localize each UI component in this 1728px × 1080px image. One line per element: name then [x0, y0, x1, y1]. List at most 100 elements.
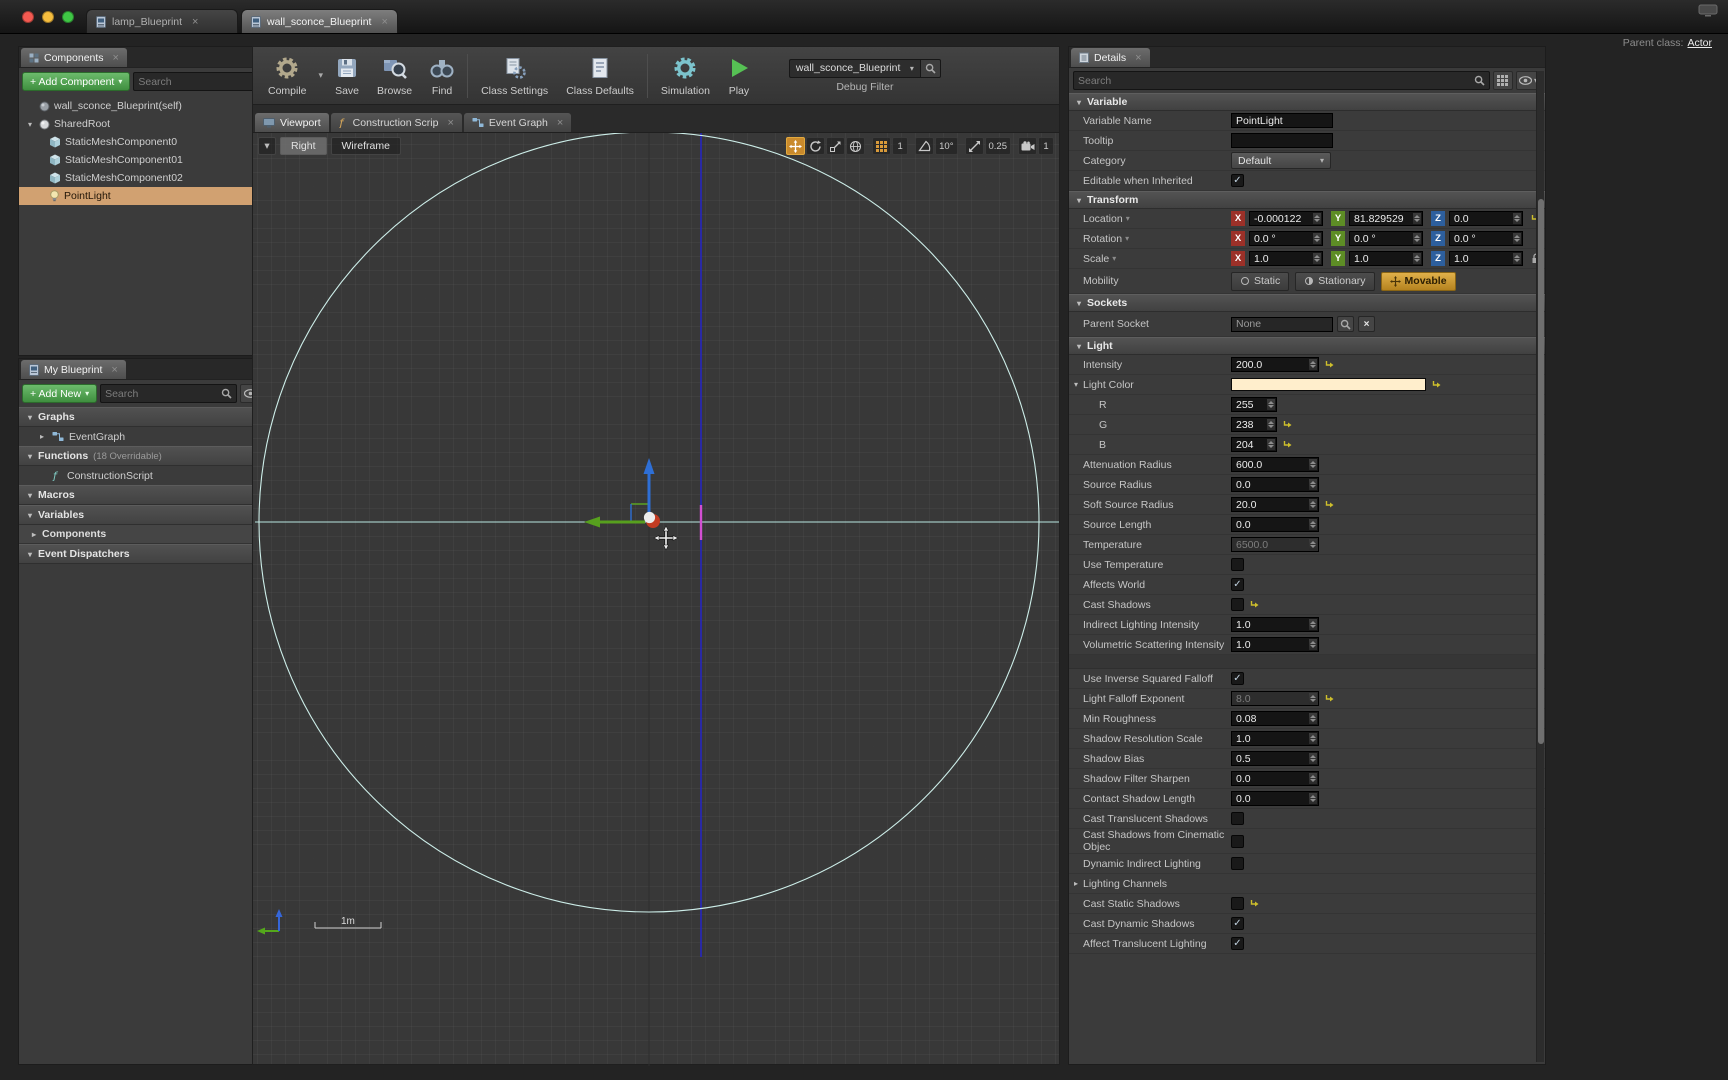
checkbox[interactable]: [1231, 558, 1244, 571]
translate-tool-button[interactable]: [786, 137, 806, 155]
close-tab-icon[interactable]: ×: [192, 16, 198, 28]
parent-class-link[interactable]: Actor: [1687, 37, 1712, 49]
find-button[interactable]: Find: [421, 47, 463, 104]
text-input[interactable]: [1231, 133, 1333, 148]
tab-viewport[interactable]: Viewport: [255, 113, 329, 132]
blueprint-section-graphs[interactable]: ▾Graphs+: [19, 407, 271, 427]
number-input[interactable]: 200.0: [1231, 357, 1319, 372]
component-tree-item-staticmeshcomponent02[interactable]: StaticMeshComponent02: [19, 169, 271, 187]
close-tab-icon[interactable]: ×: [1135, 52, 1141, 64]
number-input[interactable]: 238: [1231, 417, 1277, 432]
rotation-z-input[interactable]: 0.0 °: [1449, 231, 1523, 246]
viewport-options-button[interactable]: ▾: [258, 137, 276, 155]
class-defaults-button[interactable]: Class Defaults: [557, 47, 643, 104]
section-transform[interactable]: ▾ Transform: [1069, 191, 1545, 209]
blueprint-section-variables[interactable]: ▾Variables+: [19, 505, 271, 525]
scale-snap-toggle[interactable]: [964, 137, 984, 155]
zoom-window-button[interactable]: [62, 11, 74, 23]
blueprint-item-constructionscript[interactable]: ƒ ConstructionScript: [19, 466, 271, 485]
number-input[interactable]: 255: [1231, 397, 1277, 412]
scrollbar-thumb[interactable]: [1538, 199, 1544, 744]
rotation-x-input[interactable]: 0.0 °: [1249, 231, 1323, 246]
revert-icon[interactable]: [1250, 600, 1259, 609]
checkbox[interactable]: [1231, 598, 1244, 611]
expander-icon[interactable]: ▾: [25, 413, 35, 422]
component-tree-item-wall-sconce-blueprint-self[interactable]: wall_sconce_Blueprint(self): [19, 97, 271, 115]
parent-socket-input[interactable]: None: [1231, 316, 1333, 332]
checkbox[interactable]: ✓: [1231, 174, 1244, 187]
revert-icon[interactable]: [1283, 420, 1292, 429]
location-z-input[interactable]: 0.0: [1449, 211, 1523, 226]
tab-wall-sconce-blueprint[interactable]: wall_sconce_Blueprint ×: [241, 9, 398, 33]
component-tree-item-pointlight[interactable]: PointLight: [19, 187, 271, 205]
shading-mode-button[interactable]: Wireframe: [330, 137, 401, 155]
compile-options-caret[interactable]: ▾: [316, 70, 327, 81]
browse-button[interactable]: Browse: [368, 47, 421, 104]
number-input[interactable]: 0.5: [1231, 751, 1319, 766]
number-input[interactable]: 8.0: [1231, 691, 1319, 706]
grid-snap-value[interactable]: 1: [892, 137, 909, 155]
mobility-movable-button[interactable]: Movable: [1380, 271, 1456, 291]
tab-event-graph[interactable]: Event Graph ×: [463, 113, 572, 132]
text-input[interactable]: PointLight: [1231, 113, 1333, 128]
socket-search-button[interactable]: [1337, 316, 1354, 332]
number-input[interactable]: 0.0: [1231, 771, 1319, 786]
expander-icon[interactable]: ▸: [1071, 879, 1081, 888]
expander-icon[interactable]: ▸: [37, 432, 47, 441]
minimize-window-button[interactable]: [42, 11, 54, 23]
expander-icon[interactable]: ▾: [25, 491, 35, 500]
add-component-button[interactable]: + Add Component ▾: [22, 72, 131, 91]
revert-icon[interactable]: [1325, 360, 1334, 369]
compile-button[interactable]: Compile: [259, 47, 316, 104]
components-search-input[interactable]: [138, 75, 252, 88]
tab-components[interactable]: Components ×: [21, 48, 127, 67]
number-input[interactable]: 0.0: [1231, 517, 1319, 532]
rotation-y-input[interactable]: 0.0 °: [1349, 231, 1423, 246]
checkbox[interactable]: [1231, 897, 1244, 910]
my-blueprint-search[interactable]: [100, 384, 237, 403]
component-tree-item-staticmeshcomponent0[interactable]: StaticMeshComponent0: [19, 133, 271, 151]
mobility-stationary-button[interactable]: Stationary: [1295, 271, 1375, 291]
translate-gizmo[interactable]: [584, 458, 660, 528]
details-scrollbar[interactable]: [1536, 71, 1544, 1062]
checkbox[interactable]: [1231, 834, 1244, 848]
view-mode-button[interactable]: Right: [280, 137, 327, 155]
checkbox[interactable]: [1231, 857, 1244, 870]
expander-icon[interactable]: ▸: [29, 530, 39, 539]
expander-icon[interactable]: ▾: [1071, 380, 1081, 389]
components-search[interactable]: [133, 72, 268, 91]
number-input[interactable]: 1.0: [1231, 637, 1319, 652]
expander-icon[interactable]: ▾: [25, 511, 35, 520]
tab-my-blueprint[interactable]: My Blueprint ×: [21, 360, 126, 379]
blueprint-section-macros[interactable]: ▾Macros+: [19, 485, 271, 505]
close-tab-icon[interactable]: ×: [111, 364, 117, 376]
section-variable[interactable]: ▾ Variable: [1069, 93, 1545, 111]
details-search-input[interactable]: [1078, 74, 1474, 87]
section-sockets[interactable]: ▾ Sockets: [1069, 294, 1545, 312]
property-matrix-button[interactable]: [1492, 71, 1513, 90]
revert-icon[interactable]: [1283, 440, 1292, 449]
tab-lamp-blueprint[interactable]: lamp_Blueprint ×: [86, 9, 238, 33]
add-new-button[interactable]: + Add New ▾: [22, 384, 98, 403]
camera-speed-button[interactable]: [1018, 137, 1037, 155]
my-blueprint-search-input[interactable]: [105, 387, 221, 400]
number-input[interactable]: 20.0: [1231, 497, 1319, 512]
rotation-snap-toggle[interactable]: [915, 137, 935, 155]
component-tree-item-staticmeshcomponent01[interactable]: StaticMeshComponent01: [19, 151, 271, 169]
checkbox[interactable]: ✓: [1231, 937, 1244, 950]
scale-x-input[interactable]: 1.0: [1249, 251, 1323, 266]
tab-construction-script[interactable]: ƒ Construction Scrip ×: [330, 113, 462, 132]
viewport-canvas[interactable]: 1m ▾ Right Wireframe 1 10° 0.25 1: [252, 132, 1060, 1066]
color-swatch[interactable]: [1231, 378, 1426, 391]
grid-snap-toggle[interactable]: [872, 137, 892, 155]
rotate-tool-button[interactable]: [806, 137, 826, 155]
scale-snap-value[interactable]: 0.25: [984, 137, 1011, 155]
debug-object-dropdown[interactable]: wall_sconce_Blueprint ▾: [788, 58, 921, 78]
property-label[interactable]: Scale ▾: [1069, 253, 1231, 265]
rotation-snap-value[interactable]: 10°: [935, 137, 958, 155]
component-tree-item-sharedroot[interactable]: ▾ SharedRoot: [19, 115, 271, 133]
number-input[interactable]: 0.0: [1231, 477, 1319, 492]
tab-details[interactable]: Details ×: [1071, 48, 1150, 67]
simulation-button[interactable]: Simulation: [652, 47, 719, 104]
revert-icon[interactable]: [1325, 694, 1334, 703]
